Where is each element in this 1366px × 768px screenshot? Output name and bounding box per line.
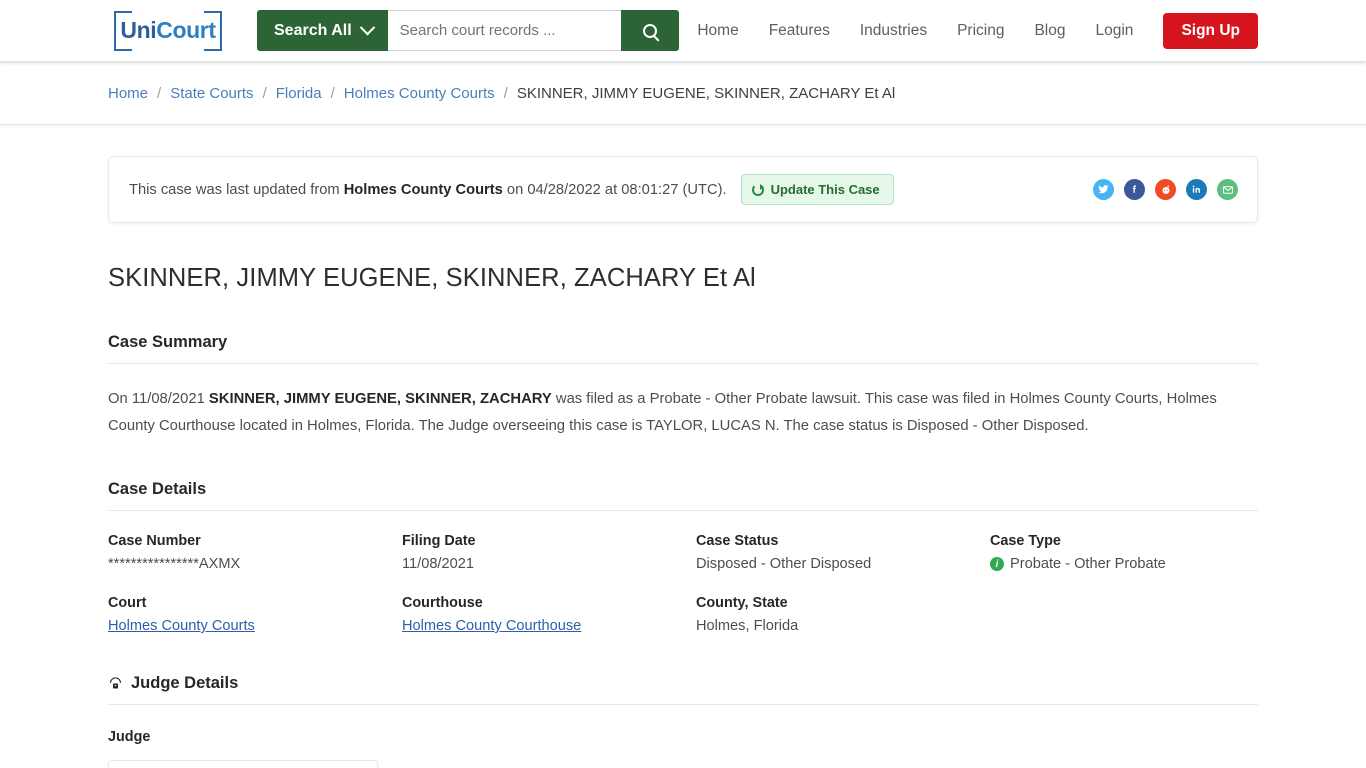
refresh-icon <box>751 183 764 196</box>
judge-card[interactable]: TAYLOR, LUCAS N. <box>108 760 378 768</box>
case-details-heading-label: Case Details <box>108 480 207 498</box>
detail-filing-date: Filing Date 11/08/2021 <box>402 533 696 572</box>
case-details-heading: Case Details <box>108 480 1258 511</box>
detail-value-wrap: Holmes County Courts <box>108 618 402 634</box>
breadcrumb: Home / State Courts / Florida / Holmes C… <box>108 85 895 102</box>
share-icons <box>1093 179 1238 200</box>
detail-value-wrap: i Probate - Other Probate <box>990 556 1258 572</box>
notice-suffix: on 04/28/2022 at 08:01:27 (UTC). <box>502 181 727 198</box>
breadcrumb-item-state-courts[interactable]: State Courts <box>170 85 253 102</box>
search-scope-label: Search All <box>274 21 352 39</box>
page-title: SKINNER, JIMMY EUGENE, SKINNER, ZACHARY … <box>108 264 756 292</box>
logo-text: UniCourt <box>119 17 217 44</box>
nav-item-login[interactable]: Login <box>1096 22 1134 40</box>
detail-case-status: Case Status Disposed - Other Disposed <box>696 533 990 572</box>
case-summary-heading-label: Case Summary <box>108 333 228 351</box>
reddit-icon[interactable] <box>1155 179 1176 200</box>
detail-court: Court Holmes County Courts <box>108 595 402 634</box>
breadcrumb-separator: / <box>262 84 267 102</box>
detail-value: ****************AXMX <box>108 556 241 572</box>
detail-case-type: Case Type i Probate - Other Probate <box>990 533 1258 572</box>
breadcrumb-item-florida[interactable]: Florida <box>276 85 322 102</box>
detail-value: Probate - Other Probate <box>1010 556 1166 572</box>
detail-courthouse: Courthouse Holmes County Courthouse <box>402 595 696 634</box>
detail-county-state: County, State Holmes, Florida <box>696 595 990 634</box>
notice-source: Holmes County Courts <box>343 181 503 198</box>
detail-empty-cell <box>990 595 1258 634</box>
search-bar: Search All <box>257 10 679 51</box>
detail-label: Court <box>108 595 147 611</box>
nav-item-industries[interactable]: Industries <box>860 22 927 40</box>
detail-label: County, State <box>696 595 788 611</box>
case-summary-text: On 11/08/2021 SKINNER, JIMMY EUGENE, SKI… <box>108 386 1258 440</box>
case-details-grid: Case Number ****************AXMX Filing … <box>108 533 1258 634</box>
breadcrumb-item-current: SKINNER, JIMMY EUGENE, SKINNER, ZACHARY … <box>516 84 896 102</box>
detail-label: Case Status <box>696 533 779 549</box>
search-scope-dropdown[interactable]: Search All <box>257 10 388 51</box>
breadcrumb-separator: / <box>503 84 508 102</box>
case-summary-heading: Case Summary <box>108 333 1258 364</box>
nav-item-blog[interactable]: Blog <box>1034 22 1065 40</box>
sign-up-button[interactable]: Sign Up <box>1163 12 1258 49</box>
breadcrumb-separator: / <box>330 84 335 102</box>
detail-case-number: Case Number ****************AXMX <box>108 533 402 572</box>
judge-sub-label: Judge <box>108 729 151 745</box>
detail-value: Holmes, Florida <box>696 618 799 634</box>
site-header: UniCourt Search All Home Features Indust… <box>0 0 1366 62</box>
nav-item-home[interactable]: Home <box>697 22 738 40</box>
detail-label: Filing Date <box>402 533 476 549</box>
email-icon[interactable] <box>1217 179 1238 200</box>
page-content: This case was last updated from Holmes C… <box>0 156 1366 768</box>
summary-part-1: On 11/08/2021 <box>108 391 209 407</box>
facebook-icon[interactable] <box>1124 179 1145 200</box>
last-updated-banner: This case was last updated from Holmes C… <box>108 156 1258 223</box>
info-icon[interactable]: i <box>990 557 1004 571</box>
courthouse-link[interactable]: Holmes County Courthouse <box>402 618 581 634</box>
detail-value: 11/08/2021 <box>402 556 474 572</box>
chevron-down-icon <box>359 19 375 36</box>
breadcrumb-separator: / <box>157 84 162 102</box>
detail-label: Case Type <box>990 533 1061 549</box>
last-updated-text: This case was last updated from Holmes C… <box>129 182 727 198</box>
logo-text-court: Court <box>156 17 216 43</box>
main-nav: Home Features Industries Pricing Blog Lo… <box>697 12 1258 49</box>
judge-details-heading: Judge Details <box>108 674 1258 705</box>
linkedin-icon[interactable] <box>1186 179 1207 200</box>
logo-text-uni: Uni <box>120 17 157 43</box>
detail-value: Disposed - Other Disposed <box>696 556 872 572</box>
detail-label: Case Number <box>108 533 201 549</box>
update-this-case-label: Update This Case <box>770 182 880 197</box>
nav-item-pricing[interactable]: Pricing <box>957 22 1004 40</box>
judge-details-heading-label: Judge Details <box>131 674 239 692</box>
twitter-icon[interactable] <box>1093 179 1114 200</box>
court-link[interactable]: Holmes County Courts <box>108 618 255 634</box>
detail-value-wrap: Holmes County Courthouse <box>402 618 696 634</box>
notice-prefix: This case was last updated from <box>129 181 344 198</box>
search-input[interactable] <box>387 10 621 51</box>
unicourt-logo[interactable]: UniCourt <box>112 9 224 53</box>
nav-item-features[interactable]: Features <box>769 22 830 40</box>
judge-icon <box>108 676 123 691</box>
detail-label: Courthouse <box>402 595 483 611</box>
search-submit-button[interactable] <box>620 10 679 51</box>
summary-case-name: SKINNER, JIMMY EUGENE, SKINNER, ZACHARY <box>208 391 552 407</box>
breadcrumb-bar: Home / State Courts / Florida / Holmes C… <box>0 62 1366 125</box>
magnifier-icon <box>642 23 657 38</box>
breadcrumb-item-holmes-county-courts[interactable]: Holmes County Courts <box>344 85 495 102</box>
breadcrumb-item-home[interactable]: Home <box>108 85 148 102</box>
update-this-case-button[interactable]: Update This Case <box>740 174 894 205</box>
